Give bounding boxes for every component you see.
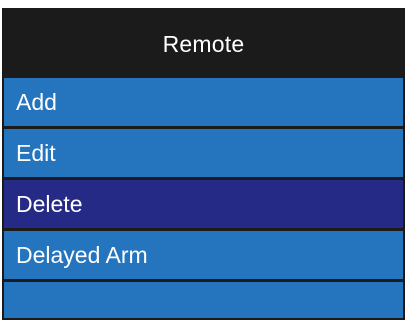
menu-item-edit[interactable]: Edit — [4, 129, 403, 177]
menu-item-add[interactable]: Add — [4, 78, 403, 126]
menu-item-label: Delayed Arm — [16, 241, 148, 268]
menu-item-delayed-arm[interactable]: Delayed Arm — [4, 231, 403, 279]
menu-item-label: Edit — [16, 139, 56, 166]
menu-list: Add Edit Delete Delayed Arm — [4, 78, 403, 318]
remote-menu-panel: Remote Add Edit Delete Delayed Arm — [2, 8, 405, 320]
screen: Remote Add Edit Delete Delayed Arm — [0, 0, 411, 328]
menu-title: Remote — [4, 10, 403, 78]
menu-item-delete[interactable]: Delete — [4, 180, 403, 228]
menu-item-label: Delete — [16, 190, 83, 217]
menu-item-label: Add — [16, 88, 57, 115]
menu-item-empty — [4, 282, 403, 318]
